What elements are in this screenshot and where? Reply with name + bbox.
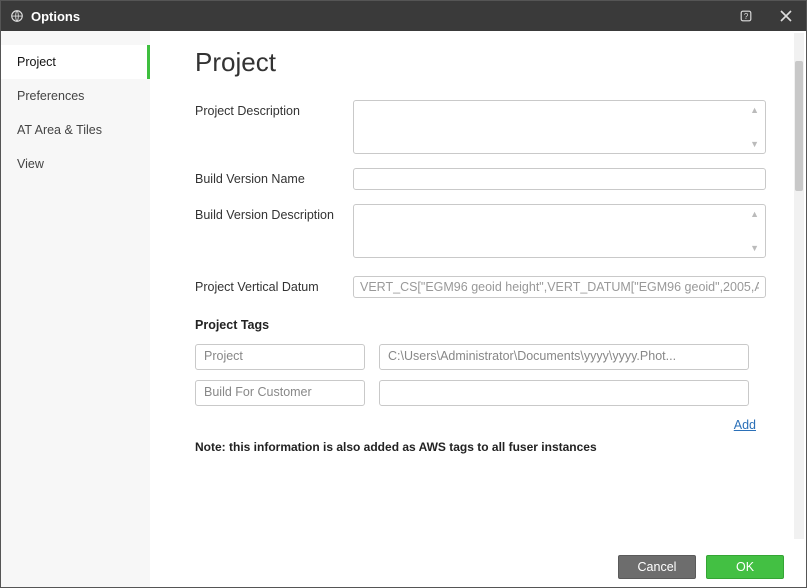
label-build-version-name: Build Version Name: [195, 168, 353, 186]
label-project-description: Project Description: [195, 100, 353, 118]
button-label: OK: [736, 560, 754, 574]
input-build-version-description[interactable]: ▲ ▼: [353, 204, 766, 258]
window-title: Options: [31, 9, 726, 24]
note-text: Note: this information is also added as …: [195, 440, 766, 454]
sidebar-item-view[interactable]: View: [1, 147, 150, 181]
sidebar: Project Preferences AT Area & Tiles View: [1, 31, 151, 587]
sidebar-item-label: AT Area & Tiles: [17, 123, 102, 137]
titlebar: Options ?: [1, 1, 806, 31]
label-build-version-description: Build Version Description: [195, 204, 353, 222]
sidebar-item-label: Preferences: [17, 89, 84, 103]
tag-key-value: Build For Customer: [204, 385, 312, 399]
scroll-up-icon: ▲: [750, 209, 759, 219]
scroll-down-icon: ▼: [750, 139, 759, 149]
tag-key-input[interactable]: Build For Customer: [195, 380, 365, 406]
close-button[interactable]: [766, 1, 806, 31]
sidebar-item-at-area-tiles[interactable]: AT Area & Tiles: [1, 113, 150, 147]
button-label: Cancel: [638, 560, 677, 574]
input-build-version-name[interactable]: [353, 168, 766, 190]
app-icon: [9, 8, 25, 24]
tag-row: Build For Customer: [195, 380, 766, 406]
help-button[interactable]: ?: [726, 1, 766, 31]
scrollbar[interactable]: [794, 33, 804, 539]
ok-button[interactable]: OK: [706, 555, 784, 579]
tag-value-input[interactable]: C:\Users\Administrator\Documents\yyyy\yy…: [379, 344, 749, 370]
sidebar-item-label: View: [17, 157, 44, 171]
footer-buttons: Cancel OK: [618, 555, 784, 579]
scroll-down-icon: ▼: [750, 243, 759, 253]
tag-key-input[interactable]: Project: [195, 344, 365, 370]
sidebar-item-project[interactable]: Project: [1, 45, 150, 79]
content-pane: Project Project Description ▲ ▼ Build Ve…: [151, 31, 806, 587]
svg-text:?: ?: [744, 12, 749, 21]
cancel-button[interactable]: Cancel: [618, 555, 696, 579]
scroll-up-icon: ▲: [750, 105, 759, 115]
label-project-vertical-datum: Project Vertical Datum: [195, 276, 353, 294]
page-title: Project: [195, 47, 766, 78]
tag-value-value: C:\Users\Administrator\Documents\yyyy\yy…: [388, 349, 676, 363]
tag-row: Project C:\Users\Administrator\Documents…: [195, 344, 766, 370]
sidebar-item-label: Project: [17, 55, 56, 69]
scrollbar-thumb[interactable]: [795, 61, 803, 191]
tag-value-input[interactable]: [379, 380, 749, 406]
section-project-tags: Project Tags: [195, 318, 766, 332]
add-tag-link[interactable]: Add: [734, 418, 756, 432]
sidebar-item-preferences[interactable]: Preferences: [1, 79, 150, 113]
tag-key-value: Project: [204, 349, 243, 363]
input-project-description[interactable]: ▲ ▼: [353, 100, 766, 154]
input-project-vertical-datum[interactable]: [353, 276, 766, 298]
